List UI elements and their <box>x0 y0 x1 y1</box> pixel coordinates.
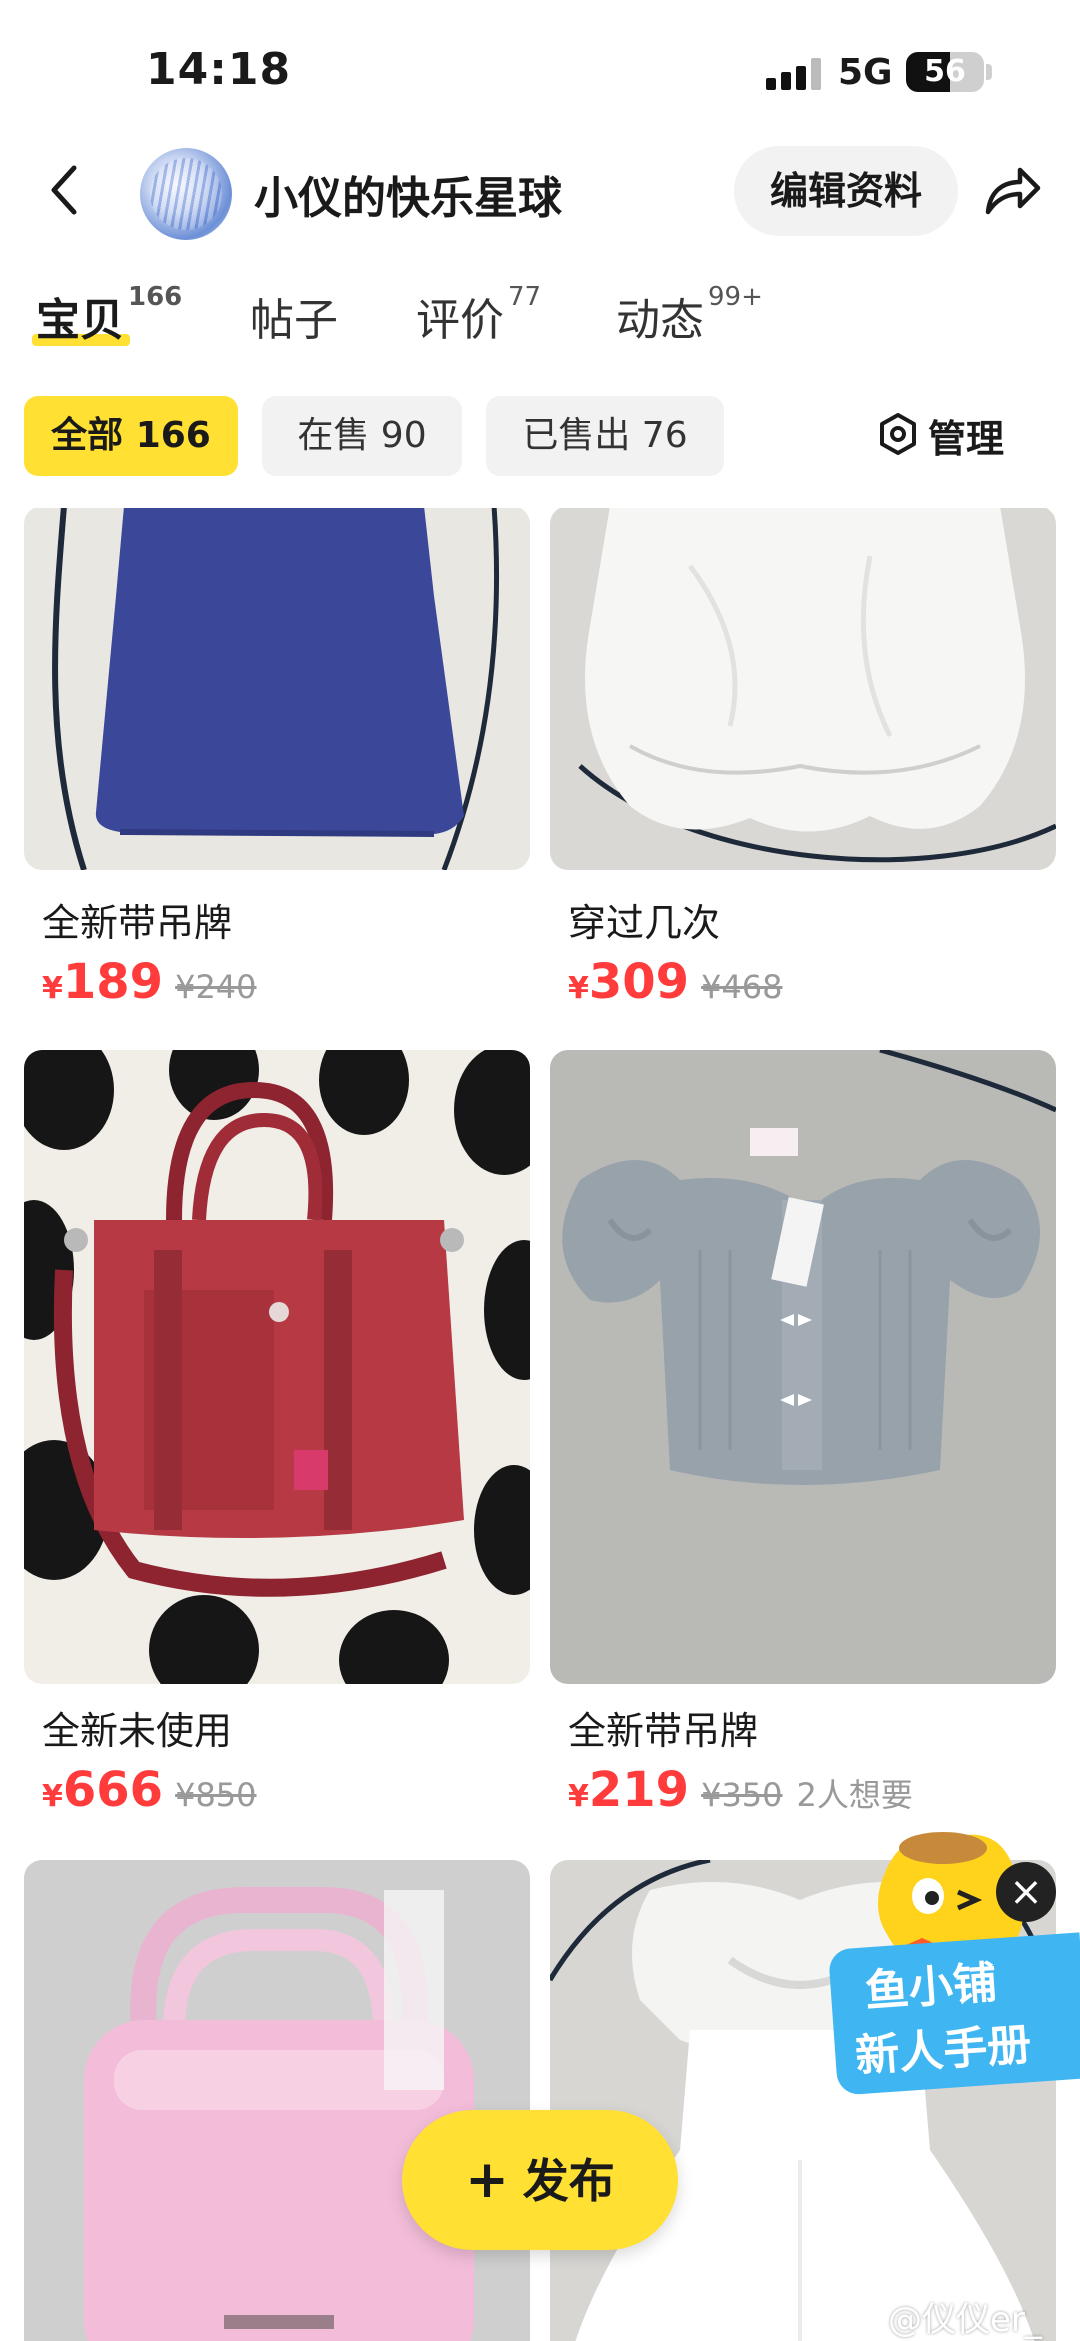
tab-items[interactable]: 宝贝 166 <box>36 282 183 348</box>
network-type: 5G <box>838 52 893 93</box>
product-image[interactable] <box>24 1860 530 2341</box>
currency-symbol: ¥ <box>42 971 63 1006</box>
tab-label: 动态 <box>616 295 704 346</box>
filter-all[interactable]: 全部 166 <box>24 396 238 476</box>
close-promo-button[interactable]: × <box>996 1862 1056 1922</box>
tab-count: 99+ <box>708 282 763 313</box>
edit-profile-button[interactable]: 编辑资料 <box>734 146 958 236</box>
status-time: 14:18 <box>146 44 292 95</box>
price-value: 219 <box>588 1762 690 1818</box>
price-value: 309 <box>588 954 690 1010</box>
original-price: ¥850 <box>175 1776 257 1814</box>
price-value: 666 <box>62 1762 164 1818</box>
product-image[interactable] <box>24 1050 530 1684</box>
avatar[interactable] <box>140 148 232 240</box>
share-icon[interactable] <box>980 160 1044 220</box>
price-value: 189 <box>62 954 164 1010</box>
status-bar: 14:18 5G 56 <box>0 0 1080 140</box>
battery-icon: 56 <box>906 52 984 92</box>
publish-button[interactable]: + 发布 <box>402 2110 678 2250</box>
product-title: 穿过几次 <box>568 901 721 945</box>
product-title: 全新带吊牌 <box>568 1709 759 1753</box>
tab-label: 宝贝 <box>36 295 124 346</box>
tab-count: 166 <box>128 282 183 313</box>
filter-bar: 全部 166 在售 90 已售出 76 管理 <box>0 396 1080 480</box>
profile-header: 小仪的快乐星球 编辑资料 <box>0 140 1080 240</box>
product-price: ¥189 ¥240 <box>42 954 257 1010</box>
tab-label: 评价 <box>416 295 504 346</box>
product-price: ¥309 ¥468 <box>568 954 783 1010</box>
product-price: ¥666 ¥850 <box>42 1762 257 1818</box>
publish-label: 发布 <box>522 2154 615 2208</box>
want-count: 2人想要 <box>796 1776 913 1814</box>
promo-banner[interactable]: 鱼小铺 新人手册 <box>828 1932 1080 2096</box>
product-image[interactable] <box>550 508 1056 870</box>
battery-level: 56 <box>924 54 966 89</box>
profile-page: 14:18 5G 56 小仪的快乐星球 编辑资料 宝贝 166 帖子 评价 77… <box>0 0 1080 2341</box>
original-price: ¥240 <box>175 968 257 1006</box>
shop-name: 小仪的快乐星球 <box>254 173 562 224</box>
tab-activity[interactable]: 动态 99+ <box>616 282 763 348</box>
product-image[interactable] <box>24 508 530 870</box>
filter-on-sale[interactable]: 在售 90 <box>262 396 462 476</box>
currency-symbol: ¥ <box>568 971 589 1006</box>
tab-label: 帖子 <box>250 295 338 346</box>
original-price: ¥468 <box>701 968 783 1006</box>
content-tabs: 宝贝 166 帖子 评价 77 动态 99+ <box>0 270 1080 350</box>
tab-count: 77 <box>508 282 542 313</box>
tab-posts[interactable]: 帖子 <box>250 284 338 348</box>
signal-icon <box>766 58 822 90</box>
plus-icon: + <box>465 2150 509 2210</box>
filter-sold[interactable]: 已售出 76 <box>486 396 724 476</box>
watermark: @仪仪er_ <box>888 2300 1042 2340</box>
battery-tip <box>986 64 992 80</box>
product-title: 全新带吊牌 <box>42 901 233 945</box>
product-title: 全新未使用 <box>42 1709 233 1753</box>
back-arrow-icon[interactable] <box>44 160 84 220</box>
original-price: ¥350 <box>701 1776 783 1814</box>
product-price: ¥219 ¥350 2人想要 <box>568 1762 913 1818</box>
tab-reviews[interactable]: 评价 77 <box>416 282 542 348</box>
manage-button[interactable]: 管理 <box>876 408 1004 463</box>
currency-symbol: ¥ <box>568 1779 589 1814</box>
currency-symbol: ¥ <box>42 1779 63 1814</box>
product-image[interactable] <box>550 1050 1056 1684</box>
